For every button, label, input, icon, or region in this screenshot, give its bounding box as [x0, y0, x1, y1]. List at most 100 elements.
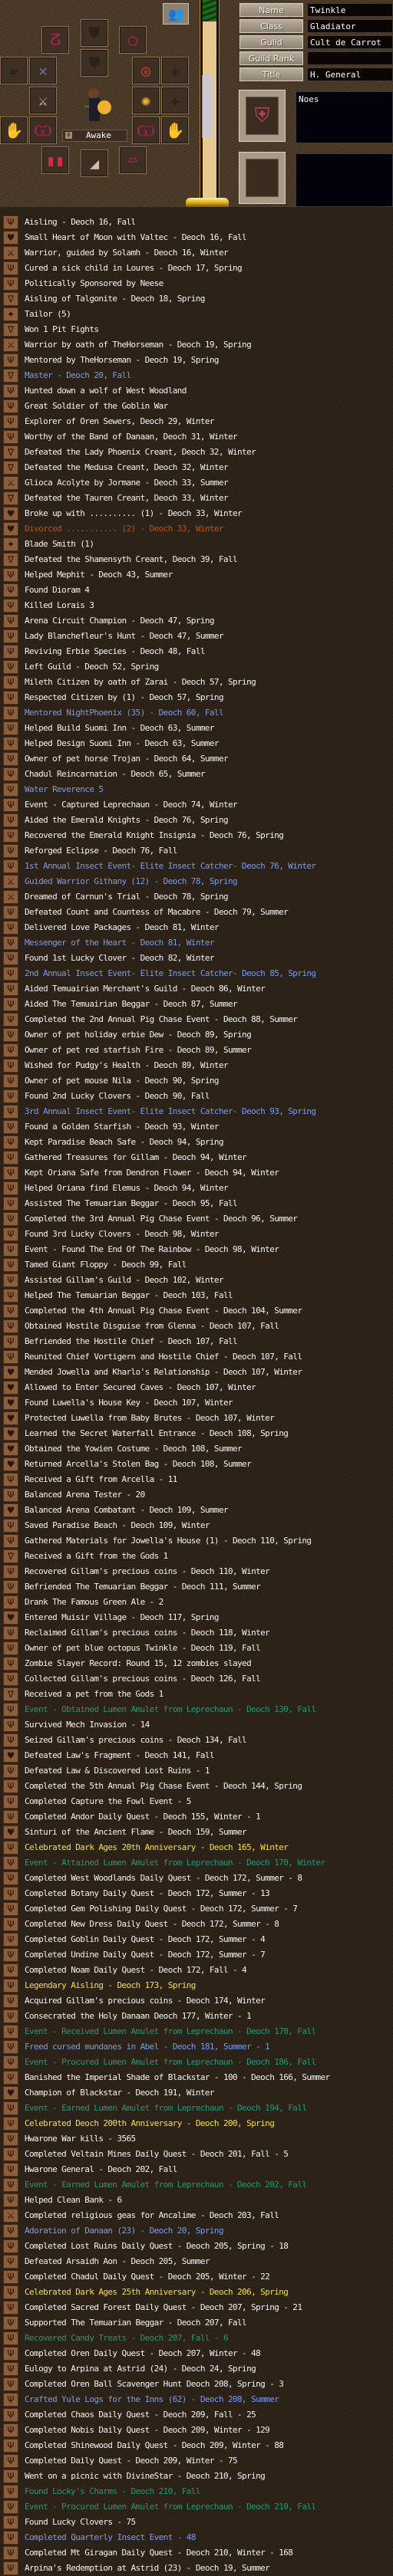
- legend-item-text: Completed the 3rd Annual Pig Chase Event…: [25, 1214, 298, 1224]
- legend-item: Ψ Aisling - Deoch 16, Fall: [0, 215, 393, 230]
- equip-slot-accessory-2[interactable]: ⌓: [119, 146, 147, 174]
- legend-item-text: Completed Chaos Daily Quest - Deoch 209,…: [25, 2410, 256, 2420]
- person-icon: Ψ: [3, 261, 18, 275]
- legend-item: ♥ Defeated Law's Fragment - Deoch 141, Fa…: [0, 1748, 393, 1763]
- person-icon: Ψ: [3, 2239, 18, 2253]
- equip-slot-empty-1[interactable]: ✚: [161, 57, 189, 84]
- legend-item-text: Mileth Citizen by oath of Zarai - Deoch …: [25, 677, 256, 687]
- legend-item-text: Supported The Temuarian Beggar - Deoch 2…: [25, 2318, 247, 2328]
- legend-item-text: Event - Captured Leprechaun - Deoch 74, …: [25, 800, 238, 810]
- legend-item: Ψ Completed the 5th Annual Pig Chase Even…: [0, 1779, 393, 1794]
- legend-item: ♥ Entered Muisir Village - Deoch 117, Spr…: [0, 1610, 393, 1625]
- equip-slot-earring[interactable]: ✕: [29, 57, 57, 84]
- person-icon: Ψ: [3, 1289, 18, 1303]
- equip-slot-shield[interactable]: ✺: [132, 87, 160, 114]
- legend-item-text: Acquired Gillam's precious coins - Deoch…: [25, 1996, 266, 2006]
- legend-item: Ψ Befriended the Hostile Chief - Deoch 10…: [0, 1334, 393, 1349]
- person-icon: Ψ: [3, 1258, 18, 1272]
- shield-icon: ∇: [3, 491, 18, 505]
- person-icon: Ψ: [3, 1028, 18, 1042]
- legend-item-text: Zombie Slayer Record: Round 15, 12 zombi…: [25, 1658, 252, 1668]
- legend-item-text: Event - Procured Lumen Amulet from Lepre…: [25, 2057, 316, 2067]
- equip-slot-greaves[interactable]: ▮▮: [41, 146, 69, 174]
- person-icon: Ψ: [3, 706, 18, 720]
- legend-item: Ψ Crafted Yule Logs for the Inns (62) - D…: [0, 2392, 393, 2407]
- legend-item-text: Kept Oriana Safe from Dendron Flower - D…: [25, 1168, 279, 1178]
- legend-item-text: Legendary Aisling - Deoch 173, Spring: [25, 1980, 196, 1990]
- heart-icon: ♥: [3, 1825, 18, 1839]
- legend-item-text: Left Guild - Deoch 52, Spring: [25, 662, 159, 672]
- legend-item-text: Respected Citizen by (1) - Deoch 57, Spr…: [25, 692, 224, 702]
- legend-item-text: Kept Paradise Beach Safe - Deoch 94, Spr…: [25, 1137, 224, 1147]
- legend-item: Ψ Completed the 4th Annual Pig Chase Even…: [0, 1303, 393, 1319]
- person-icon: Ψ: [3, 783, 18, 797]
- sword-icon: ⚔: [3, 2209, 18, 2223]
- legend-item-text: Protected Luwella from Baby Brutes - Deo…: [25, 1413, 275, 1423]
- person-icon: Ψ: [3, 2362, 18, 2376]
- equip-slot-left-gauntlet[interactable]: ✋: [0, 117, 28, 144]
- legend-item-text: Defeated the Lady Phoenix Creant, Deoch …: [25, 447, 256, 457]
- legend-item-text: Helped Build Suomi Inn - Deoch 63, Summe…: [25, 723, 215, 733]
- equip-slot-left-belt[interactable]: Ѡ: [29, 117, 57, 144]
- legend-item: Ψ Tamed Giant Floppy - Deoch 99, Fall: [0, 1257, 393, 1273]
- legend-item: Ψ Delivered Love Packages - Deoch 81, Win…: [0, 920, 393, 935]
- legend-item-text: Celebrated Deoch 200th Anniversary - Deo…: [25, 2118, 275, 2128]
- equip-slot-empty-2[interactable]: ✚: [161, 87, 189, 114]
- legend-item: Ψ Defeated Arsaidh Aon - Deoch 205, Summe…: [0, 2254, 393, 2269]
- legend-item: Ψ Completed the 3rd Annual Pig Chase Even…: [0, 1211, 393, 1227]
- equip-slot-helmet-empty[interactable]: ⛊: [81, 19, 108, 47]
- legend-item-text: Hwarone War kills - 3565: [25, 2134, 136, 2144]
- legend-item-text: Event - Found The End Of The Rainbow - D…: [25, 1244, 279, 1254]
- legend-item-text: Recovered the Emerald Knight Insignia - …: [25, 830, 284, 840]
- legend-item-text: Gathered Materials for Jowella's House (…: [25, 1536, 312, 1546]
- equip-slot-accessory[interactable]: ⵒ: [41, 26, 69, 54]
- person-icon: Ψ: [3, 1227, 18, 1241]
- shield-icon: ∇: [3, 445, 18, 459]
- legend-item: Ψ Explorer of Oren Sewers, Deoch 29, Wint…: [0, 414, 393, 429]
- legend-item: ∇ Defeated the Tauren Creant, Deoch 33, W…: [0, 491, 393, 506]
- equip-slot-boots[interactable]: ◢: [81, 150, 108, 177]
- legend-item: Ψ Completed Andor Daily Quest - Deoch 155…: [0, 1809, 393, 1825]
- legend-item-text: Gathered Treasures for Gillam - Deoch 94…: [25, 1152, 247, 1162]
- person-icon: Ψ: [3, 1243, 18, 1257]
- sword-icon: ⚔: [3, 476, 18, 490]
- person-icon: Ψ: [3, 1779, 18, 1793]
- person-icon: Ψ: [3, 2178, 18, 2192]
- person-icon: Ψ: [3, 2469, 18, 2483]
- equip-slot-armor-empty[interactable]: ⛊: [81, 49, 108, 77]
- legend-item: Ψ Completed Noam Daily Quest - Deoch 172,…: [0, 1963, 393, 1978]
- person-icon: Ψ: [3, 936, 18, 950]
- person-icon: Ψ: [3, 1580, 18, 1594]
- legend-item: Ψ Owner of pet red starfish Fire - Deoch …: [0, 1043, 393, 1058]
- legend-item: Ψ Hunted down a wolf of West Woodland: [0, 383, 393, 399]
- equip-slot-right-gauntlet[interactable]: ✋: [161, 117, 189, 144]
- legend-item-text: Explorer of Oren Sewers, Deoch 29, Winte…: [25, 416, 215, 426]
- person-icon: Ψ: [3, 721, 18, 735]
- legend-item: Ψ Event - Captured Leprechaun - Deoch 74,…: [0, 797, 393, 813]
- equip-slot-overcoat-empty[interactable]: ▰: [0, 57, 28, 84]
- equip-slot-weapon[interactable]: ⚔: [29, 87, 57, 114]
- person-icon: Ψ: [3, 1672, 18, 1686]
- equip-slot-right-belt[interactable]: Ѡ: [132, 117, 160, 144]
- person-icon: Ψ: [3, 1641, 18, 1655]
- legend-item: Ψ Hwarone War kills - 3565: [0, 2131, 393, 2147]
- legend-item-text: Chadul Reincarnation - Deoch 65, Summer: [25, 769, 205, 779]
- legend-item-text: Completed Gem Polishing Daily Quest - De…: [25, 1904, 298, 1914]
- legend-item: Ψ Killed Lorais 3: [0, 598, 393, 613]
- equip-slot-ring[interactable]: ◎: [132, 57, 160, 84]
- equip-slot-necklace[interactable]: ◯: [119, 26, 147, 54]
- name-value: Twinkle: [307, 3, 393, 17]
- legend-item: Ψ Hwarone General - Deoch 202, Fall: [0, 2162, 393, 2177]
- profile-text-box[interactable]: Noes: [296, 91, 393, 143]
- legend-item-text: Completed Noam Daily Quest - Deoch 172, …: [25, 1965, 247, 1975]
- legend-item-text: Assisted Gillam's Guild - Deoch 102, Win…: [25, 1275, 224, 1285]
- person-icon: Ψ: [3, 1764, 18, 1778]
- person-icon: Ψ: [3, 1013, 18, 1027]
- secondary-text-box[interactable]: [296, 153, 393, 207]
- legend-item: ∇ Aisling of Talgonite - Deoch 18, Spring: [0, 291, 393, 307]
- group-button[interactable]: 👥: [163, 3, 189, 25]
- legend-item: Ψ Left Guild - Deoch 52, Spring: [0, 659, 393, 675]
- legend-item: Ψ Helped Design Suomi Inn - Deoch 63, Sum…: [0, 736, 393, 751]
- person-icon: Ψ: [3, 1994, 18, 2008]
- person-icon: Ψ: [3, 1718, 18, 1732]
